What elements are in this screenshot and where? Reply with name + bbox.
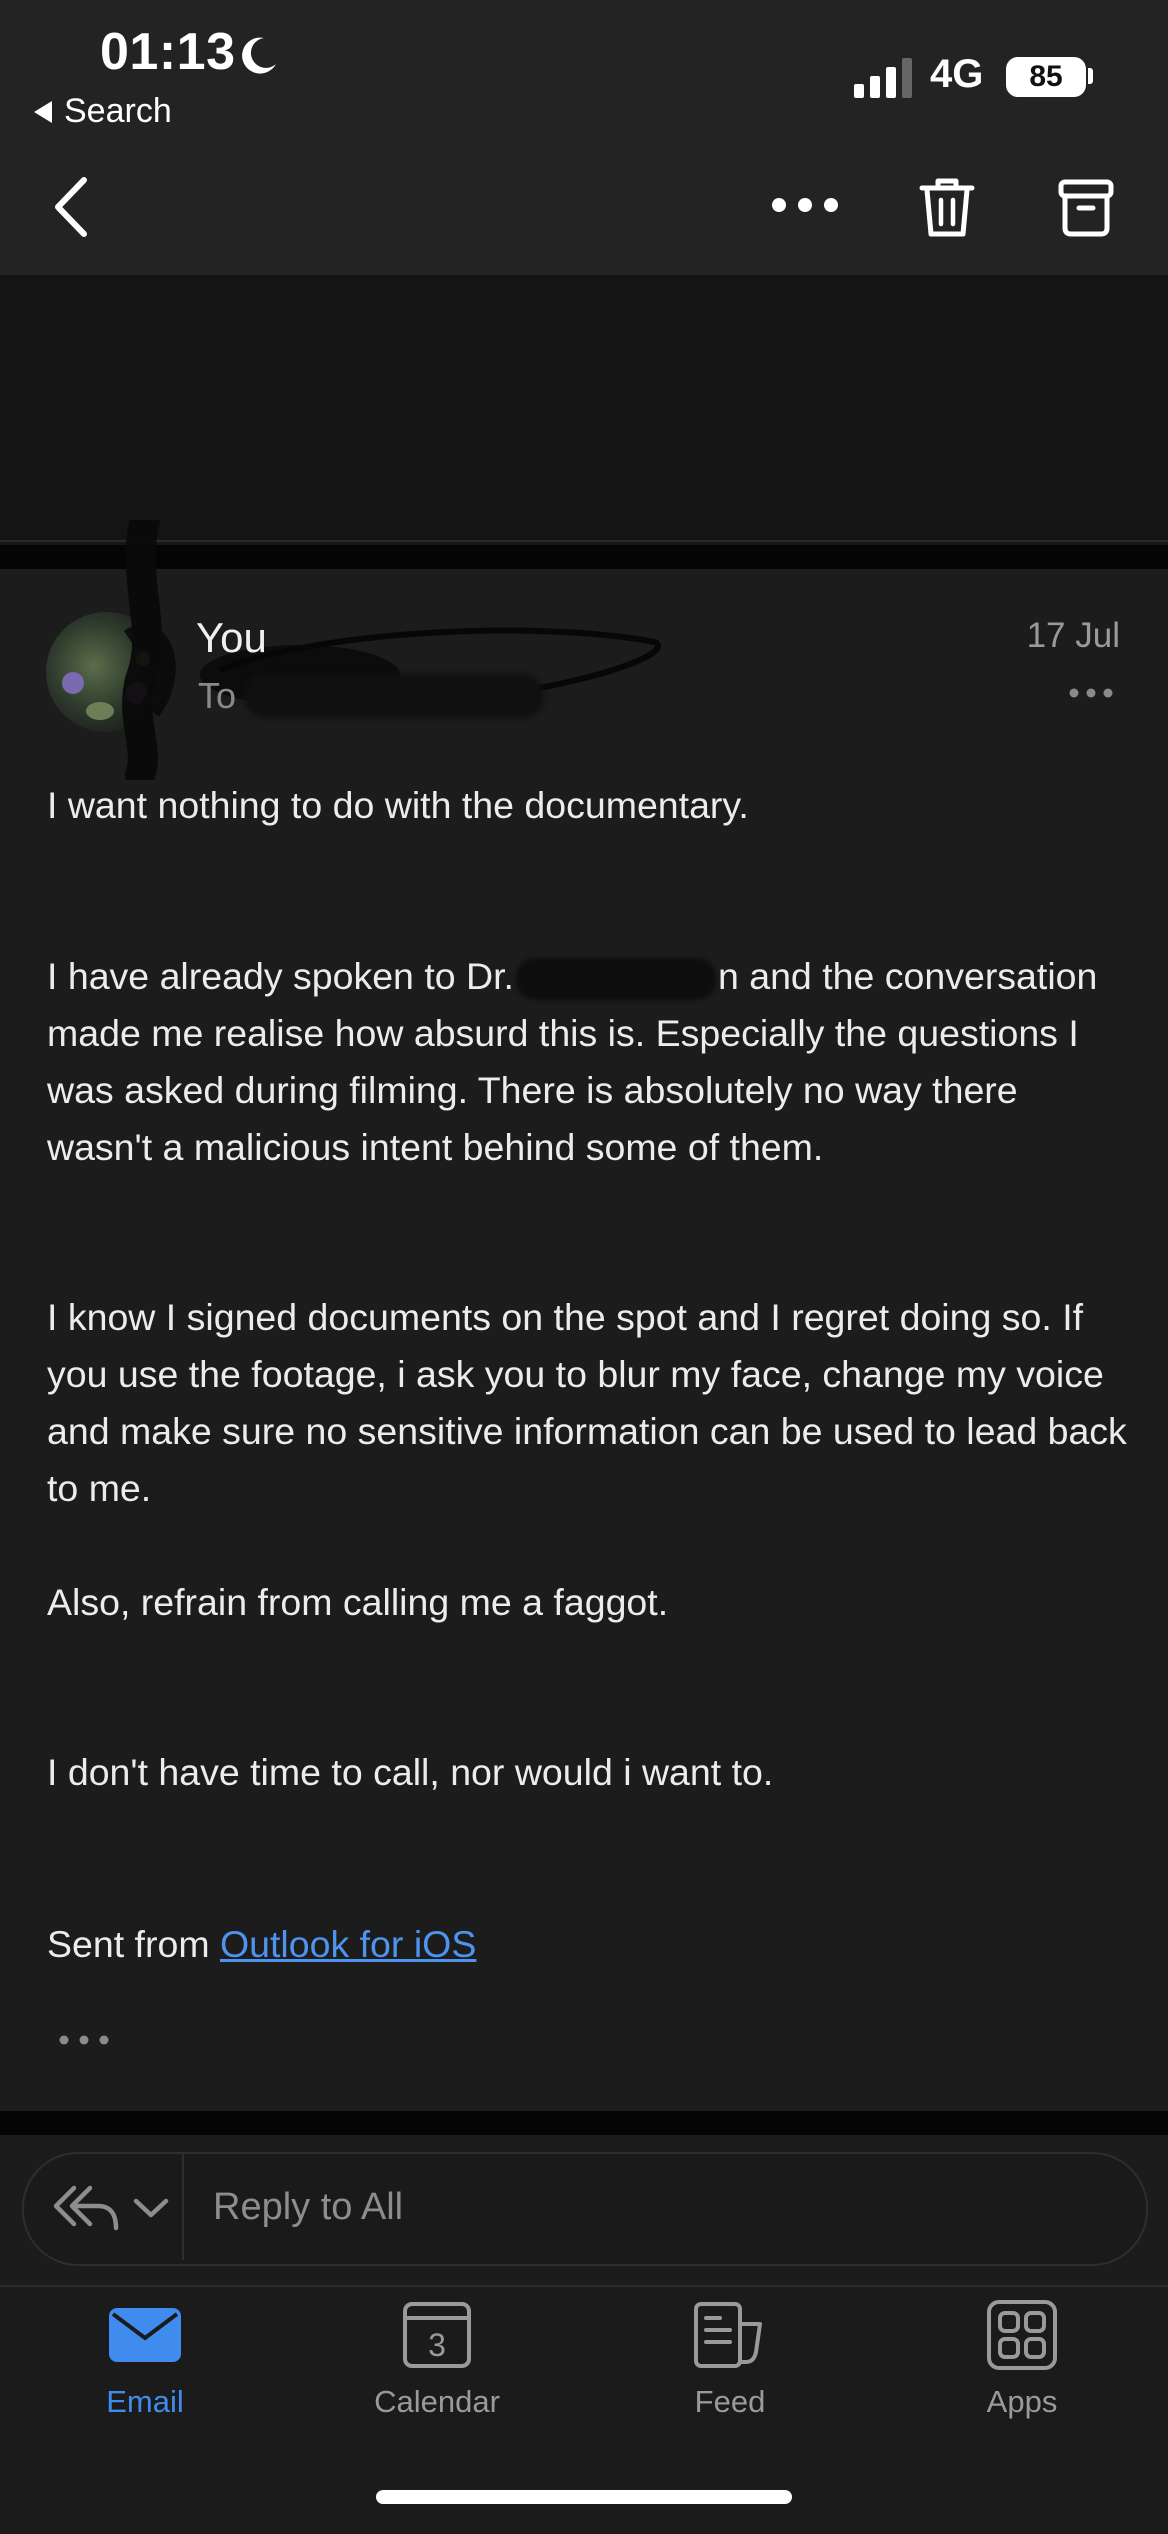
- network-type: 4G: [930, 52, 984, 96]
- back-triangle-icon: [34, 100, 52, 123]
- apps-grid-icon: [987, 2300, 1057, 2370]
- back-to-app-link[interactable]: Search: [34, 92, 172, 131]
- signature-prefix: Sent from: [47, 1923, 220, 1965]
- outlook-link[interactable]: Outlook for iOS: [220, 1923, 476, 1965]
- moon-icon: [242, 37, 276, 74]
- body-text-segment: I have already spoken to Dr.: [47, 955, 514, 997]
- body-paragraph: I want nothing to do with the documentar…: [47, 784, 749, 826]
- reply-separator: [182, 2154, 184, 2260]
- signature: Sent from Outlook for iOS: [47, 1916, 1127, 1973]
- message-more-icon[interactable]: [1068, 686, 1114, 700]
- home-indicator[interactable]: [376, 2490, 792, 2504]
- show-quoted-text-icon[interactable]: [58, 2034, 110, 2046]
- avatar[interactable]: [46, 612, 166, 732]
- battery-tip: [1088, 68, 1093, 84]
- body-paragraph: I don't have time to call, nor would i w…: [47, 1751, 774, 1793]
- signal-strength-icon: [854, 58, 912, 98]
- more-options-icon[interactable]: [770, 196, 840, 214]
- back-app-label: Search: [64, 92, 172, 130]
- divider: [0, 2111, 1168, 2135]
- reply-placeholder[interactable]: Reply to All: [213, 2186, 403, 2229]
- tab-apps[interactable]: Apps: [912, 2300, 1132, 2420]
- divider: [0, 545, 1168, 569]
- status-time: 01:13: [100, 23, 236, 81]
- header-spacer: [0, 275, 1168, 540]
- tab-label: Apps: [986, 2384, 1058, 2419]
- calendar-icon: 3: [403, 2302, 471, 2368]
- chevron-down-icon[interactable]: [132, 2196, 170, 2220]
- body-paragraph: I have already spoken to Dr. n and the co…: [47, 948, 1127, 1176]
- tab-email[interactable]: Email: [35, 2300, 255, 2420]
- battery-indicator: 85: [1006, 57, 1086, 97]
- tab-label: Email: [106, 2384, 184, 2419]
- tab-calendar[interactable]: 3 Calendar: [327, 2300, 547, 2420]
- mail-icon: [109, 2308, 181, 2362]
- message-date: 17 Jul: [1026, 616, 1120, 655]
- divider: [0, 540, 1168, 542]
- recipient-line[interactable]: To: [198, 674, 545, 718]
- redacted-recipient: [244, 674, 545, 718]
- redacted-name: [515, 958, 716, 1001]
- sender-name: You: [196, 614, 267, 661]
- trash-icon[interactable]: [918, 176, 976, 240]
- calendar-date-badge: 3: [428, 2327, 446, 2363]
- archive-icon[interactable]: [1058, 178, 1114, 238]
- to-label: To: [198, 675, 237, 716]
- back-chevron-icon[interactable]: [48, 172, 98, 242]
- reply-all-icon[interactable]: [52, 2182, 122, 2232]
- body-paragraph: Also, refrain from calling me a faggot.: [47, 1581, 669, 1623]
- tab-feed[interactable]: Feed: [620, 2300, 840, 2420]
- tab-label: Calendar: [374, 2384, 500, 2419]
- tab-label: Feed: [694, 2384, 766, 2419]
- reply-field[interactable]: [22, 2152, 1148, 2266]
- feed-icon: [694, 2302, 762, 2368]
- body-paragraph: I know I signed documents on the spot an…: [47, 1296, 1127, 1509]
